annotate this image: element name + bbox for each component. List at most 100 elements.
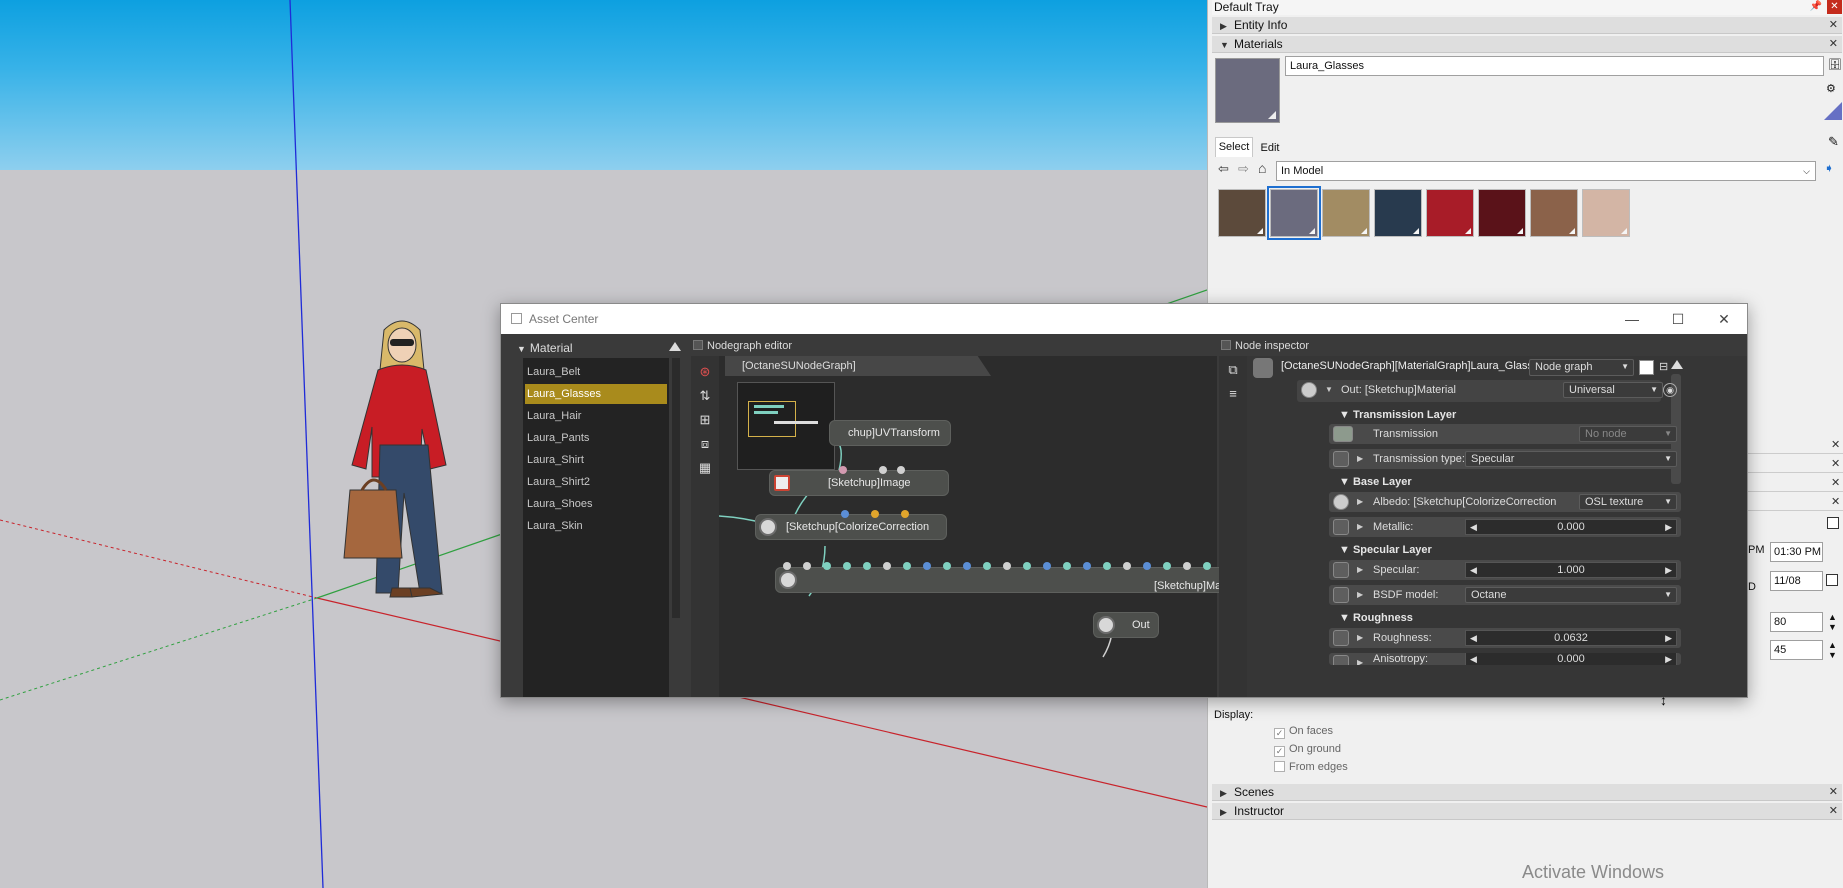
panel-toggle-icon[interactable] [693,340,703,350]
material-list-item[interactable]: Laura_Hair [525,406,667,426]
material-list-item[interactable]: Laura_Glasses [525,384,667,404]
scenes-panel-header[interactable]: ▶ Scenes ✕ [1212,784,1842,801]
back-icon[interactable]: ⇦ [1218,161,1229,177]
node-input-pin[interactable] [943,562,951,570]
asset-center-titlebar[interactable]: Asset Center — ☐ ✕ [501,304,1747,334]
time-input[interactable]: 01:30 PM [1770,542,1823,562]
material-tree-header[interactable]: ▼ Material [517,341,573,355]
arrange-icon[interactable]: ⇅ [697,388,713,404]
material-node[interactable]: [Sketchup]Ma [775,567,1221,593]
details-arrow-icon[interactable]: ➧ [1824,161,1838,177]
light-input[interactable]: 80 [1770,612,1823,632]
create-material-icon[interactable]: 🗄 [1828,58,1842,72]
bsdf-model-dropdown[interactable]: Octane ▼ [1465,587,1677,603]
node-input-pin[interactable] [1023,562,1031,570]
node-list-icon[interactable]: ⧉ [1225,362,1241,378]
node-input-pin[interactable] [783,562,791,570]
close-icon[interactable]: ✕ [1829,17,1838,34]
close-icon[interactable]: ✕ [1831,457,1840,470]
node-input-pin[interactable] [983,562,991,570]
paint-bucket-icon[interactable]: ⚙ [1826,82,1840,96]
default-material-icon[interactable] [1824,102,1842,120]
material-type-icon[interactable] [1253,358,1273,378]
material-swatch[interactable] [1582,189,1630,237]
spinner-icon[interactable]: ▲ ▼ [1828,612,1837,632]
increment-icon[interactable]: ▶ [1665,520,1672,534]
bsdf-model-row[interactable]: ▶ BSDF model: Octane ▼ [1329,585,1681,605]
material-preview-swatch[interactable] [1215,58,1280,123]
close-icon[interactable]: ✕ [1831,476,1840,489]
node-input-pin[interactable] [803,562,811,570]
material-list-item[interactable]: Laura_Skin [525,516,667,536]
eyedropper-icon[interactable]: ✎ [1828,134,1839,150]
node-input-pin[interactable] [1203,562,1211,570]
node-input-pin[interactable] [883,562,891,570]
decrement-icon[interactable]: ◀ [1470,520,1477,534]
close-icon[interactable]: ✕ [1829,803,1838,820]
eye-icon[interactable]: ◉ [1663,383,1677,397]
roughness-row[interactable]: ▶ Roughness: ◀ 0.0632 ▶ [1329,628,1681,648]
forward-icon[interactable]: ⇨ [1238,161,1249,177]
metallic-slider[interactable]: ◀ 0.000 ▶ [1465,519,1677,535]
node-input-pin[interactable] [1083,562,1091,570]
collapse-all-icon[interactable]: ≡ [1225,386,1241,402]
node-input-pin[interactable] [863,562,871,570]
scrollbar[interactable] [672,358,680,618]
tray-close-button[interactable]: ✕ [1827,0,1842,14]
fit-icon[interactable]: ⊞ [697,412,713,428]
entity-info-panel-header[interactable]: ▶ Entity Info ✕ [1212,17,1842,34]
material-swatch[interactable] [1478,189,1526,237]
nodegraph-editor-header[interactable]: Nodegraph editor [693,340,792,352]
out-material-row[interactable]: ▼ Out: [Sketchup]Material Universal ▼ [1297,380,1663,402]
node-input-pin[interactable] [1123,562,1131,570]
close-button[interactable]: ✕ [1701,304,1747,334]
on-ground-checkbox[interactable]: ✓ On ground [1274,743,1341,757]
node-input-pin[interactable] [963,562,971,570]
node-input-pin[interactable] [839,466,847,474]
spinner-icon[interactable]: ▲ ▼ [1828,640,1837,660]
decrement-icon[interactable]: ◀ [1470,631,1477,645]
node-input-pin[interactable] [879,466,887,474]
inspector-mode-dropdown[interactable]: Node graph ▼ [1529,359,1634,376]
calendar-icon[interactable] [1826,574,1838,586]
on-faces-checkbox[interactable]: ✓ On faces [1274,725,1333,739]
grid-icon[interactable]: ▦ [697,460,713,476]
material-list-item[interactable]: Laura_Belt [525,362,667,382]
increment-icon[interactable]: ▶ [1665,631,1672,645]
scroll-up-icon[interactable] [669,342,681,351]
material-swatch[interactable] [1374,189,1422,237]
color-swatch-button[interactable] [1639,360,1654,375]
tab-select[interactable]: Select [1215,137,1253,157]
colorize-correction-node[interactable]: [Sketchup[ColorizeCorrection [755,514,947,540]
base-layer-section[interactable]: ▼ Base Layer [1339,476,1412,488]
uv-transform-node[interactable]: chup]UVTransform [829,420,951,446]
node-input-pin[interactable] [923,562,931,570]
material-name-input[interactable]: Laura_Glasses [1285,56,1824,76]
material-swatch[interactable] [1426,189,1474,237]
node-input-pin[interactable] [1143,562,1151,570]
roughness-section[interactable]: ▼ Roughness [1339,612,1413,624]
maximize-button[interactable]: ☐ [1655,304,1701,334]
transmission-type-row[interactable]: ▶ Transmission type: Specular ▼ [1329,449,1681,469]
specular-row[interactable]: ▶ Specular: ◀ 1.000 ▶ [1329,560,1681,580]
node-input-pin[interactable] [1003,562,1011,570]
material-list-item[interactable]: Laura_Shoes [525,494,667,514]
node-input-pin[interactable] [897,466,905,474]
transmission-value[interactable]: No node ▼ [1579,426,1677,442]
material-swatch[interactable] [1218,189,1266,237]
specular-slider[interactable]: ◀ 1.000 ▶ [1465,562,1677,578]
material-swatch[interactable] [1530,189,1578,237]
scroll-up-icon[interactable] [1671,360,1683,369]
shadow-toggle-icon[interactable] [1827,517,1839,529]
albedo-row[interactable]: ▶ Albedo: [Sketchup[ColorizeCorrection O… [1329,492,1681,512]
transmission-row[interactable]: Transmission No node ▼ [1329,424,1681,444]
node-input-pin[interactable] [903,562,911,570]
node-input-pin[interactable] [841,510,849,518]
node-input-pin[interactable] [1043,562,1051,570]
anisotropy-slider[interactable]: ◀ 0.000 ▶ [1465,653,1677,665]
from-edges-checkbox[interactable]: From edges [1274,761,1348,773]
octane-logo-icon[interactable]: ⊛ [697,364,713,380]
node-input-pin[interactable] [1063,562,1071,570]
collection-dropdown[interactable]: In Model ⌵ [1276,161,1816,181]
minimize-button[interactable]: — [1609,304,1655,334]
